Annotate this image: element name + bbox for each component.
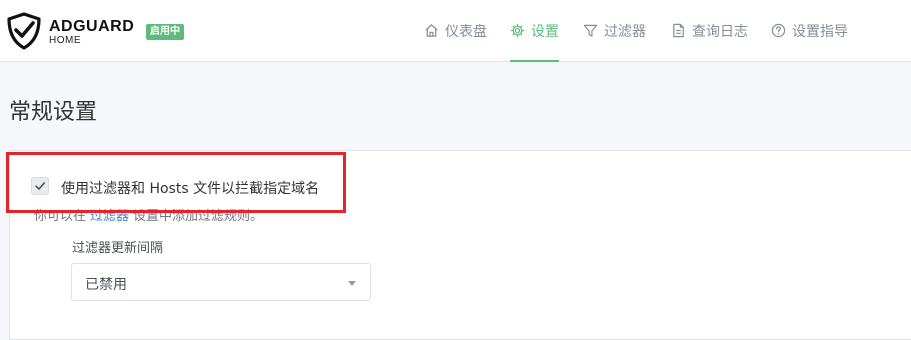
status-badge: 启用中 xyxy=(146,24,184,40)
caret-down-icon xyxy=(348,281,356,286)
brand-name: ADGUARD xyxy=(49,18,135,35)
nav-label: 查询日志 xyxy=(692,23,748,40)
update-interval-label: 过滤器更新间隔 xyxy=(72,241,164,256)
brand-subtitle: HOME xyxy=(49,35,81,46)
nav-label: 仪表盘 xyxy=(445,23,487,40)
nav-item-dashboard[interactable]: 仪表盘 xyxy=(424,0,487,61)
highlight-annotation-box xyxy=(6,152,346,213)
brand-logo-text[interactable]: ADGUARD HOME xyxy=(49,18,134,47)
document-icon xyxy=(673,23,684,38)
nav-item-query-log[interactable]: 查询日志 xyxy=(671,0,748,61)
nav-item-settings[interactable]: 设置 xyxy=(510,0,559,62)
nav-label: 设置 xyxy=(531,23,559,40)
nav-label: 设置指导 xyxy=(792,23,848,40)
filter-icon xyxy=(583,24,598,37)
page-title: 常规设置 xyxy=(9,100,98,125)
update-interval-value: 已禁用 xyxy=(85,277,127,293)
gear-icon xyxy=(510,23,525,38)
help-circle-icon xyxy=(771,23,786,38)
nav-item-filters[interactable]: 过滤器 xyxy=(583,0,646,61)
home-icon xyxy=(425,24,438,37)
top-header: ADGUARD HOME 启用中 仪表盘 设置 过滤器 查询日志 设置指导 xyxy=(0,0,911,62)
update-interval-select[interactable]: 已禁用 xyxy=(71,263,371,301)
nav-item-setup-guide[interactable]: 设置指导 xyxy=(771,0,848,61)
adguard-shield-logo-icon[interactable] xyxy=(6,12,42,50)
nav-label: 过滤器 xyxy=(604,23,646,40)
